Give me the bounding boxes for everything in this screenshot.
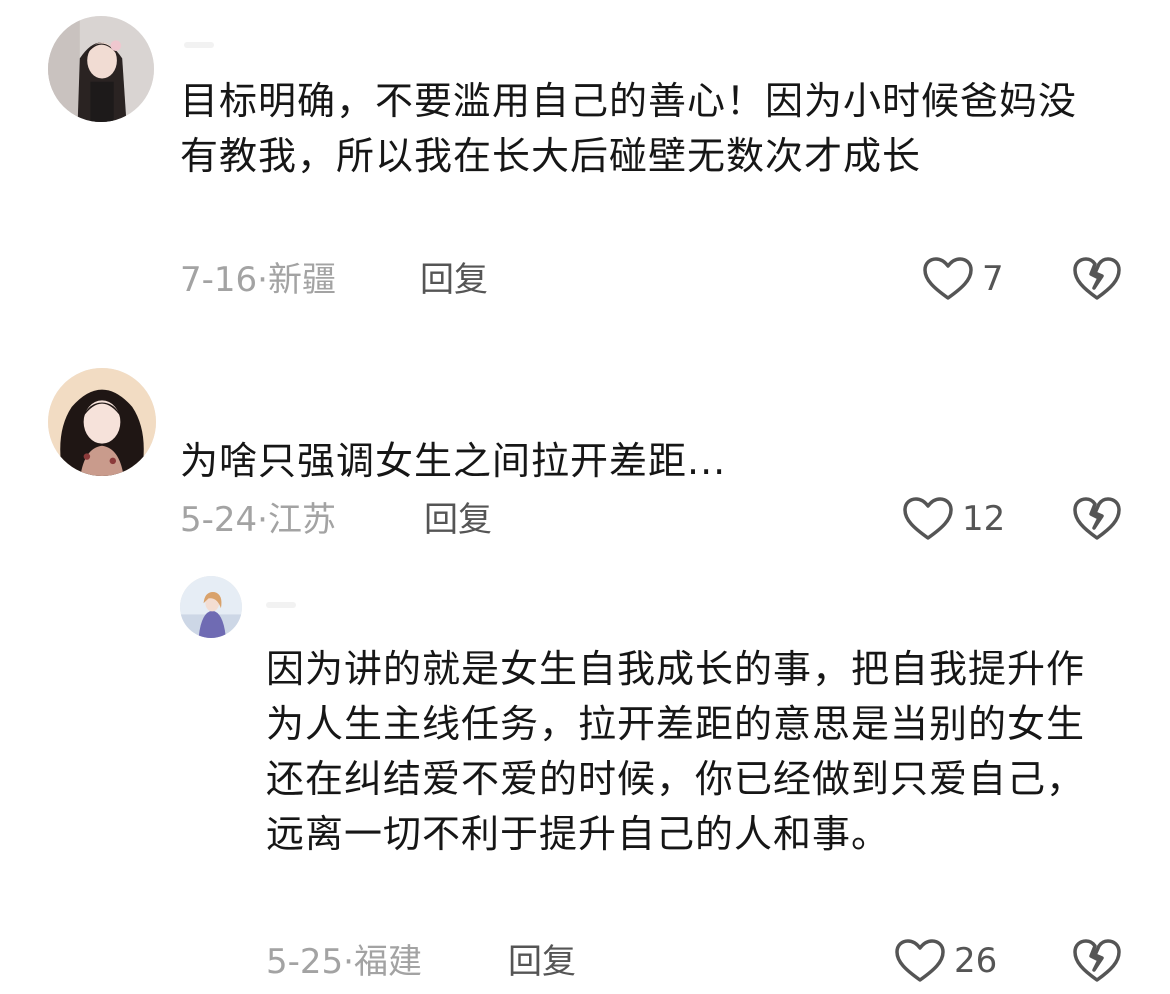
username-placeholder — [266, 602, 296, 608]
reply-comment-item: 因为讲的就是女生自我成长的事，把自我提升作为人生主线任务，拉开差距的意思是当别的… — [0, 0, 1170, 994]
like-button[interactable]: 26 — [894, 938, 997, 984]
like-count: 26 — [954, 941, 998, 981]
comment-text: 因为讲的就是女生自我成长的事，把自我提升作为人生主线任务，拉开差距的意思是当别的… — [266, 647, 1086, 856]
avatar[interactable] — [180, 576, 242, 638]
avatar-image — [180, 576, 242, 638]
comment-meta: 5-25·福建 — [266, 942, 422, 982]
dislike-button[interactable] — [1072, 938, 1122, 984]
heart-icon — [894, 938, 946, 984]
broken-heart-icon — [1072, 938, 1122, 984]
reply-button[interactable]: 回复 — [508, 942, 576, 982]
